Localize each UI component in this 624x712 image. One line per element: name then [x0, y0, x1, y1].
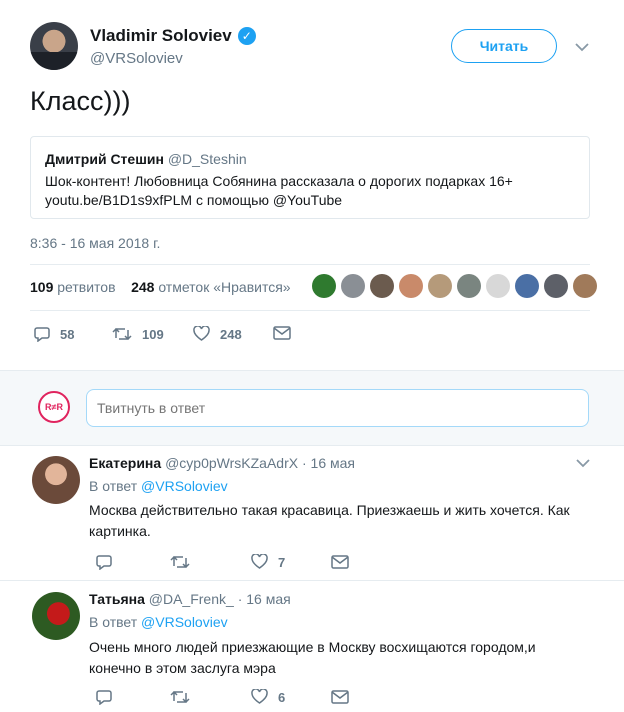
quoted-tweet[interactable]: Дмитрий Стешин @D_Steshin Шок-контент! Л… — [30, 136, 590, 219]
reply-action[interactable] — [96, 554, 112, 570]
liker-avatar[interactable] — [515, 274, 539, 298]
reply-icon — [96, 690, 112, 705]
tweet-text: Класс))) — [30, 86, 131, 116]
likers-avatars — [312, 274, 597, 298]
liker-avatar[interactable] — [486, 274, 510, 298]
reply-avatar[interactable] — [32, 456, 80, 504]
retweet-action[interactable]: 109 — [112, 326, 164, 342]
like-icon — [193, 326, 210, 341]
like-action[interactable]: 248 — [193, 326, 242, 342]
reply-author-handle[interactable]: @DA_Frenk_ — [149, 591, 234, 607]
author-avatar[interactable] — [30, 22, 78, 70]
retweet-icon — [112, 327, 132, 341]
quoted-text-line1: Шок-контент! Любовница Собянина рассказа… — [45, 173, 513, 189]
chevron-down-icon[interactable] — [576, 458, 590, 468]
retweet-count: 109 — [142, 326, 164, 342]
in-reply-prefix: В ответ — [89, 478, 138, 494]
liker-avatar[interactable] — [341, 274, 365, 298]
reply-text-line1: Москва действительно такая красавица. Пр… — [89, 502, 570, 518]
likes-count[interactable]: 248 — [131, 279, 154, 295]
message-icon — [273, 326, 291, 340]
liker-avatar[interactable] — [457, 274, 481, 298]
reply-text-line2: картинка. — [89, 523, 151, 539]
reply-icon — [34, 327, 50, 342]
retweets-label[interactable]: ретвитов — [57, 279, 115, 295]
like-icon — [251, 689, 268, 704]
reply-dot: · — [301, 455, 307, 471]
liker-avatar[interactable] — [428, 274, 452, 298]
direct-message-action[interactable] — [331, 555, 349, 569]
reply-date[interactable]: 16 мая — [311, 455, 355, 471]
author-name[interactable]: Vladimir Soloviev — [90, 26, 232, 46]
reply-input[interactable] — [86, 389, 589, 427]
in-reply-to: В ответ @VRSoloviev — [89, 614, 228, 630]
divider — [0, 580, 624, 581]
retweets-count[interactable]: 109 — [30, 279, 53, 295]
reply-author-name[interactable]: Татьяна — [89, 591, 145, 607]
author-name-row: Vladimir Soloviev ✓ — [90, 26, 256, 46]
liker-avatar[interactable] — [544, 274, 568, 298]
like-count: 248 — [220, 326, 242, 342]
direct-message-action[interactable] — [273, 326, 291, 340]
direct-message-action[interactable] — [331, 690, 349, 704]
verified-icon: ✓ — [237, 27, 256, 45]
retweet-icon — [170, 690, 190, 704]
in-reply-to: В ответ @VRSoloviev — [89, 478, 228, 494]
like-count: 7 — [278, 554, 286, 570]
in-reply-to-link[interactable]: @VRSoloviev — [141, 614, 228, 630]
quoted-text-line2: youtu.be/B1D1s9xfPLM с помощью @YouTube — [45, 192, 343, 208]
reply-text: Москва действительно такая красавица. Пр… — [89, 500, 599, 542]
like-icon — [251, 554, 268, 569]
in-reply-prefix: В ответ — [89, 614, 138, 630]
like-action[interactable]: 6 — [251, 689, 285, 705]
reply-author-handle[interactable]: @cyp0pWrsKZaAdrX — [165, 455, 298, 471]
reply-count: 58 — [60, 326, 75, 342]
reply-author-name[interactable]: Екатерина — [89, 455, 161, 471]
reply-author: Екатерина @cyp0pWrsKZaAdrX · 16 мая — [89, 455, 355, 471]
chevron-down-icon[interactable] — [575, 42, 589, 52]
quoted-author-handle: @D_Steshin — [167, 151, 247, 167]
liker-avatar[interactable] — [312, 274, 336, 298]
reply-text-line2: конечно в этом заслуга мэра — [89, 660, 276, 676]
reply-action[interactable]: 58 — [34, 326, 74, 342]
retweet-action[interactable] — [170, 689, 190, 705]
retweet-icon — [170, 555, 190, 569]
tweet-stats: 109 ретвитов 248 отметок «Нравится» — [30, 279, 291, 295]
liker-avatar[interactable] — [399, 274, 423, 298]
liker-avatar[interactable] — [573, 274, 597, 298]
quoted-author: Дмитрий Стешин @D_Steshin — [45, 151, 247, 167]
in-reply-to-link[interactable]: @VRSoloviev — [141, 478, 228, 494]
message-icon — [331, 555, 349, 569]
like-action[interactable]: 7 — [251, 554, 285, 570]
divider — [30, 264, 590, 265]
tweet-timestamp[interactable]: 8:36 - 16 мая 2018 г. — [30, 235, 160, 251]
like-count: 6 — [278, 689, 286, 705]
reply-avatar[interactable] — [32, 592, 80, 640]
quoted-author-name: Дмитрий Стешин — [45, 151, 164, 167]
reply-date[interactable]: 16 мая — [246, 591, 290, 607]
reply-text: Очень много людей приезжающие в Москву в… — [89, 637, 599, 679]
likes-label[interactable]: отметок «Нравится» — [158, 279, 290, 295]
author-handle[interactable]: @VRSoloviev — [90, 50, 183, 67]
reply-icon — [96, 555, 112, 570]
follow-button[interactable]: Читать — [451, 29, 557, 63]
liker-avatar[interactable] — [370, 274, 394, 298]
reply-action[interactable] — [96, 689, 112, 705]
user-avatar: R≠R — [38, 391, 70, 423]
reply-author: Татьяна @DA_Frenk_ · 16 мая — [89, 591, 291, 607]
reply-text-line1: Очень много людей приезжающие в Москву в… — [89, 639, 536, 655]
retweet-action[interactable] — [170, 554, 190, 570]
message-icon — [331, 690, 349, 704]
reply-dot: · — [237, 591, 243, 607]
divider — [30, 310, 590, 311]
